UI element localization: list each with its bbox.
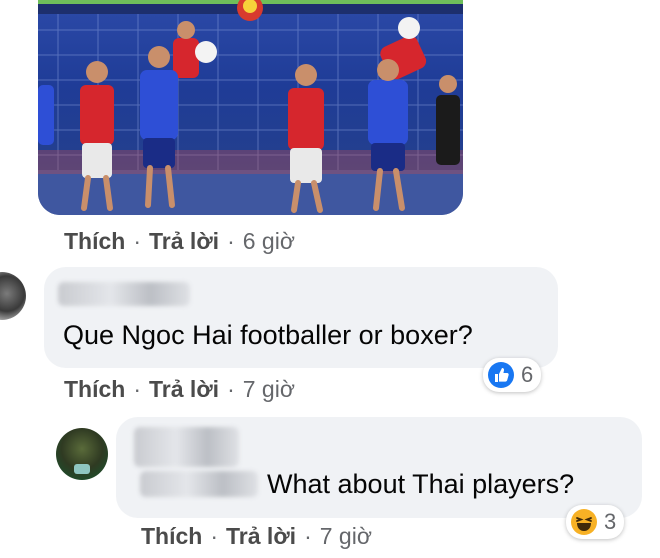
comment-text: What about Thai players? bbox=[267, 469, 575, 499]
reaction-summary[interactable]: 6 bbox=[483, 358, 542, 392]
reply-link[interactable]: Trả lời bbox=[149, 376, 219, 403]
like-link[interactable]: Thích bbox=[64, 228, 125, 255]
comment-bubble: Que Ngoc Hai footballer or boxer? bbox=[44, 267, 558, 368]
comment-actions: Thích · Trả lời · 7 giờ bbox=[141, 523, 372, 550]
author-name[interactable] bbox=[58, 282, 190, 306]
reaction-count: 3 bbox=[604, 509, 617, 534]
separator-dot: · bbox=[304, 523, 312, 549]
avatar[interactable] bbox=[0, 272, 26, 320]
comment-text: Que Ngoc Hai footballer or boxer? bbox=[63, 320, 473, 350]
like-link[interactable]: Thích bbox=[141, 523, 202, 550]
author-name-blur bbox=[140, 471, 258, 497]
football-match-photo-icon bbox=[38, 0, 463, 215]
haha-icon bbox=[571, 509, 597, 535]
separator-dot: · bbox=[133, 376, 142, 402]
comment-bubble: What about Thai players? bbox=[116, 417, 642, 518]
separator-dot: · bbox=[227, 376, 235, 402]
like-link[interactable]: Thích bbox=[64, 376, 125, 403]
reply-link[interactable]: Trả lời bbox=[226, 523, 296, 550]
reply-link[interactable]: Trả lời bbox=[149, 228, 219, 255]
comment-actions: Thích · Trả lời · 6 giờ bbox=[64, 228, 295, 255]
reaction-count: 6 bbox=[521, 362, 534, 387]
reaction-summary[interactable]: 3 bbox=[566, 505, 625, 539]
author-name[interactable] bbox=[134, 427, 239, 467]
timestamp[interactable]: 6 giờ bbox=[243, 228, 295, 255]
separator-dot: · bbox=[210, 523, 219, 549]
post-photo[interactable] bbox=[38, 0, 463, 215]
comment-actions: Thích · Trả lời · 7 giờ bbox=[64, 376, 295, 403]
avatar[interactable] bbox=[56, 428, 108, 480]
like-icon bbox=[488, 362, 514, 388]
separator-dot: · bbox=[133, 228, 142, 254]
timestamp[interactable]: 7 giờ bbox=[320, 523, 372, 550]
separator-dot: · bbox=[227, 228, 235, 254]
timestamp[interactable]: 7 giờ bbox=[243, 376, 295, 403]
